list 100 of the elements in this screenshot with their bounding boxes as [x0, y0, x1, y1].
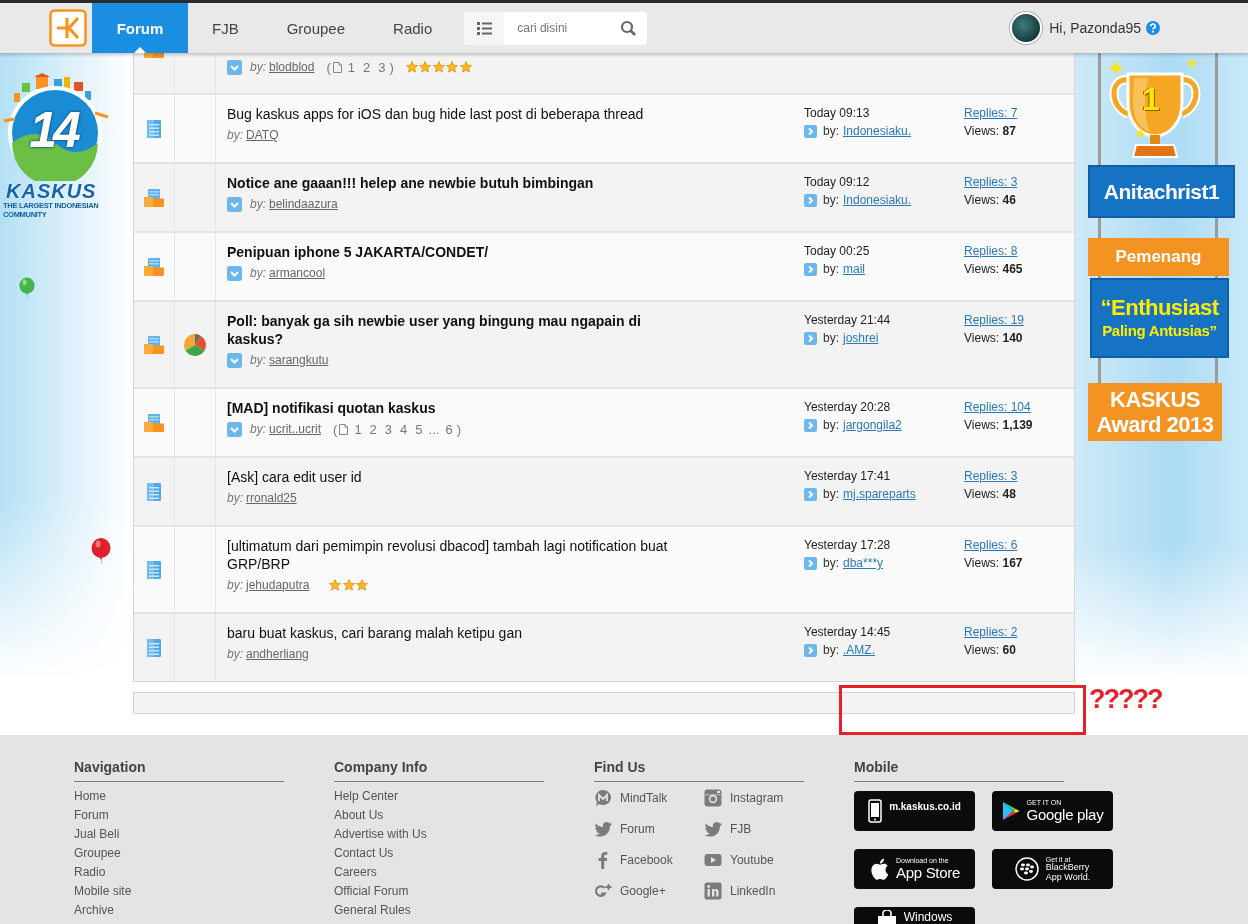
chevron-down-icon[interactable]	[227, 265, 242, 281]
by-label: by:	[823, 262, 839, 276]
by-label: by:	[823, 487, 839, 501]
page-link[interactable]: 4	[400, 421, 408, 437]
thread-title[interactable]: Bug kaskus apps for iOS dan bug hide last post di beberapa thread	[227, 105, 697, 123]
footer-link[interactable]: About Us	[334, 806, 384, 825]
page-link[interactable]: 3	[384, 421, 393, 437]
last-poster-link[interactable]: Indonesiaku.	[843, 124, 912, 138]
page-link[interactable]: 2	[369, 421, 377, 437]
footer-link[interactable]: Home	[74, 787, 106, 806]
replies-link[interactable]: Replies: 2	[964, 625, 1018, 639]
last-poster-link[interactable]: mj.spareparts	[843, 487, 916, 501]
thread-title[interactable]: [MAD] notifikasi quotan kaskus	[227, 399, 697, 417]
thread-title[interactable]: Penipuan iphone 5 JAKARTA/CONDET/	[227, 243, 697, 261]
chevron-down-icon[interactable]	[227, 59, 242, 75]
by-label: by:	[227, 491, 243, 505]
user-greeting[interactable]: Hi, Pazonda95	[1049, 20, 1141, 36]
views-count: Views: 48	[964, 487, 1016, 501]
footer-link[interactable]: Mobile site	[74, 882, 132, 901]
last-poster-link[interactable]: joshrei	[843, 331, 879, 345]
footer-link[interactable]: Careers	[334, 863, 377, 882]
last-poster-link[interactable]: Indonesiaku.	[843, 193, 912, 207]
social-link[interactable]: MindTalk	[594, 782, 668, 813]
nav-tab[interactable]: Forum	[92, 3, 188, 53]
help-icon[interactable]	[1146, 21, 1160, 35]
author-link[interactable]: ucrit..ucrit	[269, 422, 322, 436]
footer-link[interactable]: Advertise with Us	[334, 825, 427, 844]
footer-link[interactable]: General Rules	[334, 901, 411, 920]
author-link[interactable]: rronald25	[246, 491, 297, 505]
last-poster-link[interactable]: .AMZ.	[843, 643, 875, 657]
author-link[interactable]: jehudaputra	[246, 578, 310, 592]
chevron-down-icon[interactable]	[227, 196, 242, 212]
chevron-down-icon[interactable]	[227, 421, 242, 437]
author-link[interactable]: andherliang	[246, 647, 309, 661]
nav-tab[interactable]: FJB	[188, 3, 263, 53]
search-field[interactable]: cari disini	[504, 11, 614, 45]
chevron-right-icon[interactable]	[804, 643, 817, 657]
replies-link[interactable]: Replies: 3	[964, 469, 1018, 483]
thread-title[interactable]: Poll: banyak ga sih newbie user yang bingung mau ngapain di kaskus?	[227, 312, 697, 348]
user-avatar[interactable]	[1010, 12, 1043, 44]
chevron-right-icon[interactable]	[804, 556, 817, 570]
replies-link[interactable]: Replies: 104	[964, 400, 1031, 414]
footer-link[interactable]: Help Center	[334, 787, 399, 806]
footer-heading: Company Info	[334, 735, 544, 782]
thread-title[interactable]: Notice ane gaaan!!! helep ane newbie butuh bimbingan	[227, 174, 697, 192]
last-poster-link[interactable]: dba***y	[843, 556, 884, 570]
event-title-line: KASKUS	[1110, 387, 1200, 412]
page-link[interactable]: 6	[445, 421, 453, 437]
app-store-badge[interactable]: Windows	[854, 907, 975, 924]
footer-link[interactable]: Jual Beli	[74, 825, 120, 844]
document-icon	[147, 119, 161, 138]
footer-link[interactable]: Contact Us	[334, 844, 394, 863]
page-link[interactable]: 2	[362, 59, 371, 75]
social-link[interactable]: Forum	[594, 813, 655, 844]
chevron-right-icon[interactable]	[804, 124, 817, 138]
app-store-badge[interactable]: m.kaskus.co.id	[854, 791, 975, 831]
thread-title[interactable]: [ultimatum dari pemimpin revolusi dbacod] tambah lagi notification buat GRP/BRP	[227, 537, 697, 573]
footer-link[interactable]: Official Forum	[334, 882, 409, 901]
social-link[interactable]: Instagram	[704, 782, 784, 813]
page-ellipsis: ...	[428, 421, 440, 437]
social-link[interactable]: LinkedIn	[704, 875, 776, 906]
social-link[interactable]: Google+	[594, 875, 666, 906]
page-link[interactable]: 3	[378, 59, 386, 75]
replies-link[interactable]: Replies: 6	[964, 538, 1018, 552]
page-link[interactable]: 1	[354, 421, 362, 437]
replies-link[interactable]: Replies: 3	[964, 175, 1018, 189]
author-link[interactable]: armancool	[269, 266, 326, 280]
chevron-down-icon[interactable]	[227, 352, 242, 368]
footer-link[interactable]: Groupee	[74, 844, 121, 863]
chevron-right-icon[interactable]	[804, 262, 817, 276]
thread-title[interactable]: [Ask] cara edit user id	[227, 468, 697, 486]
page-link[interactable]: 5	[415, 421, 423, 437]
author-link[interactable]: DATQ	[246, 128, 279, 142]
nav-tab[interactable]: Groupee	[262, 3, 370, 53]
thread-title[interactable]: baru buat kaskus, cari barang malah ketipu gan	[227, 624, 697, 642]
chevron-right-icon[interactable]	[804, 331, 817, 345]
chevron-right-icon[interactable]	[804, 193, 817, 207]
footer-link[interactable]: Radio	[74, 863, 106, 882]
chevron-right-icon[interactable]	[804, 487, 817, 501]
social-link[interactable]: FJB	[704, 813, 752, 844]
replies-link[interactable]: Replies: 8	[964, 244, 1018, 258]
search-icon[interactable]	[613, 11, 648, 45]
last-poster-link[interactable]: jargongila2	[843, 418, 902, 432]
logo-icon[interactable]	[49, 9, 87, 47]
author-link[interactable]: belindaazura	[269, 197, 338, 211]
social-link[interactable]: Facebook	[594, 844, 673, 875]
phone-icon	[868, 799, 883, 823]
replies-link[interactable]: Replies: 19	[964, 313, 1025, 327]
last-poster-link[interactable]: mail	[843, 262, 866, 276]
author-link[interactable]: sarangkutu	[269, 353, 329, 367]
list-menu-icon[interactable]	[464, 11, 505, 45]
nav-tab[interactable]: Radio	[369, 3, 457, 53]
footer-link[interactable]: Forum	[74, 806, 109, 825]
footer-link[interactable]: Archive	[74, 901, 114, 920]
replies-link[interactable]: Replies: 7	[964, 106, 1018, 120]
emblem-number: 14	[29, 107, 79, 153]
social-link[interactable]: Youtube	[704, 844, 774, 875]
author-link[interactable]: blodblod	[269, 60, 315, 74]
chevron-right-icon[interactable]	[804, 418, 817, 432]
page-link[interactable]: 1	[347, 59, 355, 75]
